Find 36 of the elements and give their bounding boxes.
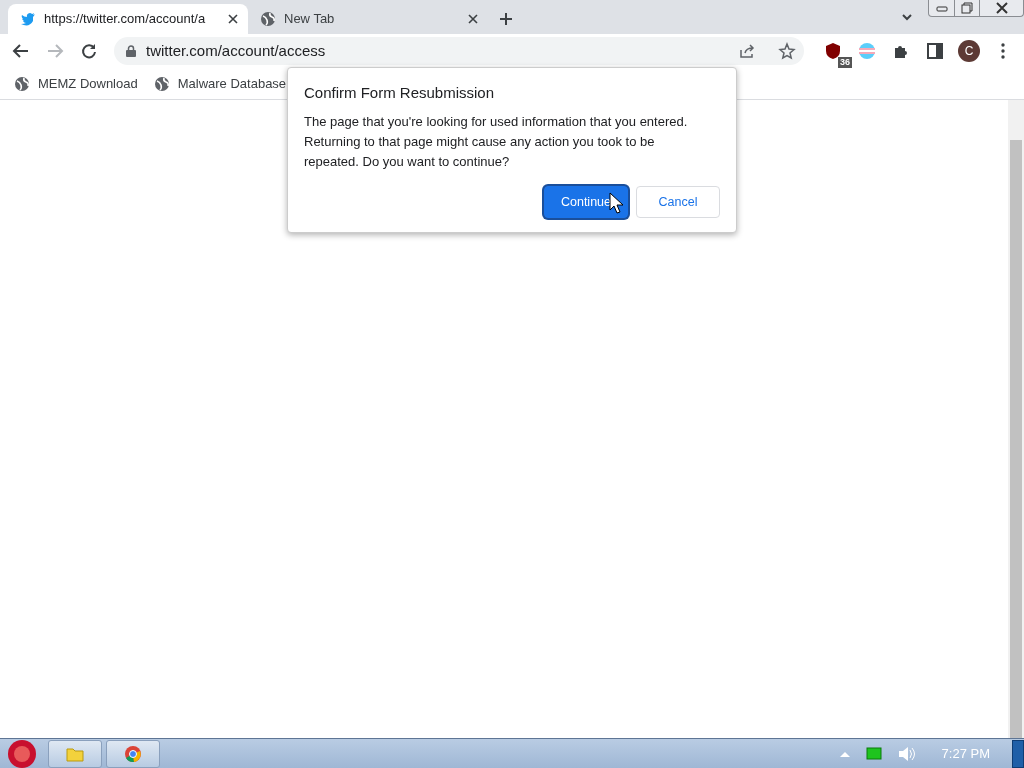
shield-icon[interactable] (825, 42, 841, 60)
star-icon[interactable] (778, 42, 796, 60)
reload-icon[interactable] (80, 42, 98, 60)
close-icon[interactable] (228, 14, 238, 24)
avatar[interactable]: C (958, 40, 980, 62)
clock: 7:27 PM (941, 744, 990, 763)
bookmark[interactable]: Malware Database (153, 73, 287, 94)
restore-icon[interactable] (961, 2, 973, 14)
browser-tab[interactable]: New Tab (248, 4, 488, 34)
folder-icon (66, 745, 84, 762)
close-icon[interactable] (468, 14, 478, 24)
count-badge: 36 (838, 57, 852, 68)
url-text: twitter.com/account/access (146, 40, 327, 61)
taskbar-button[interactable] (106, 739, 160, 768)
back-arrow-icon[interactable] (12, 42, 30, 60)
cancel-button[interactable]: Cancel (636, 186, 720, 218)
side-panel-icon[interactable] (926, 42, 944, 60)
scrollbar[interactable] (1008, 100, 1024, 738)
share-icon[interactable] (738, 42, 756, 60)
continue-button[interactable]: Continue (543, 186, 628, 218)
bird-icon (20, 11, 36, 27)
bookmark[interactable]: MEMZ Download (14, 73, 138, 94)
globe-icon (153, 75, 170, 92)
dialog-message: The page that you're looking for used information that you entered. Returning to that page might cause any action you took to be repeated. Do you want to continue? (304, 113, 689, 171)
lock-icon (126, 45, 136, 57)
minimize-icon[interactable] (935, 3, 948, 13)
dialog-title: Confirm Form Resubmission (304, 84, 496, 102)
browser-tab[interactable]: https://twitter.com/account/a (8, 4, 248, 34)
globe-icon (260, 11, 276, 27)
plus-icon[interactable] (498, 11, 514, 27)
globe-icon (14, 75, 30, 92)
close-icon[interactable] (995, 2, 1008, 14)
browser-icon (124, 744, 142, 763)
address-bar[interactable]: twitter.com/account/access (114, 37, 804, 65)
show-desktop-button[interactable] (1012, 739, 1024, 768)
cursor-icon (609, 192, 623, 214)
